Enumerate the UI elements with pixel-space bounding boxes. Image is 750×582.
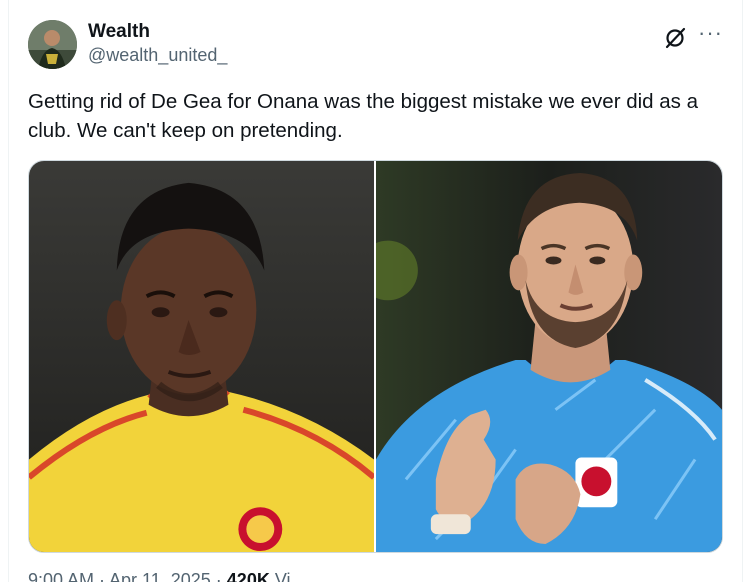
author-name[interactable]: Wealth xyxy=(88,21,150,43)
author-handle[interactable]: @wealth_united_ xyxy=(88,45,227,66)
photo-de-gea[interactable] xyxy=(376,161,722,552)
tweet-timestamp[interactable]: 9:00 AM · Apr 11, 2025 · xyxy=(28,570,222,582)
views-label: Vi xyxy=(274,570,291,582)
tweet-media[interactable] xyxy=(28,160,723,553)
views-count: 420K xyxy=(226,570,270,582)
tweet-meta: 9:00 AM · Apr 11, 2025 · 420K Vi xyxy=(28,570,291,582)
tweet-text: Getting rid of De Gea for Onana was the … xyxy=(28,90,699,142)
grok-icon[interactable] xyxy=(663,26,687,50)
avatar[interactable] xyxy=(28,20,77,69)
photo-onana[interactable] xyxy=(29,161,374,552)
more-options-icon[interactable]: ··· xyxy=(698,22,726,44)
